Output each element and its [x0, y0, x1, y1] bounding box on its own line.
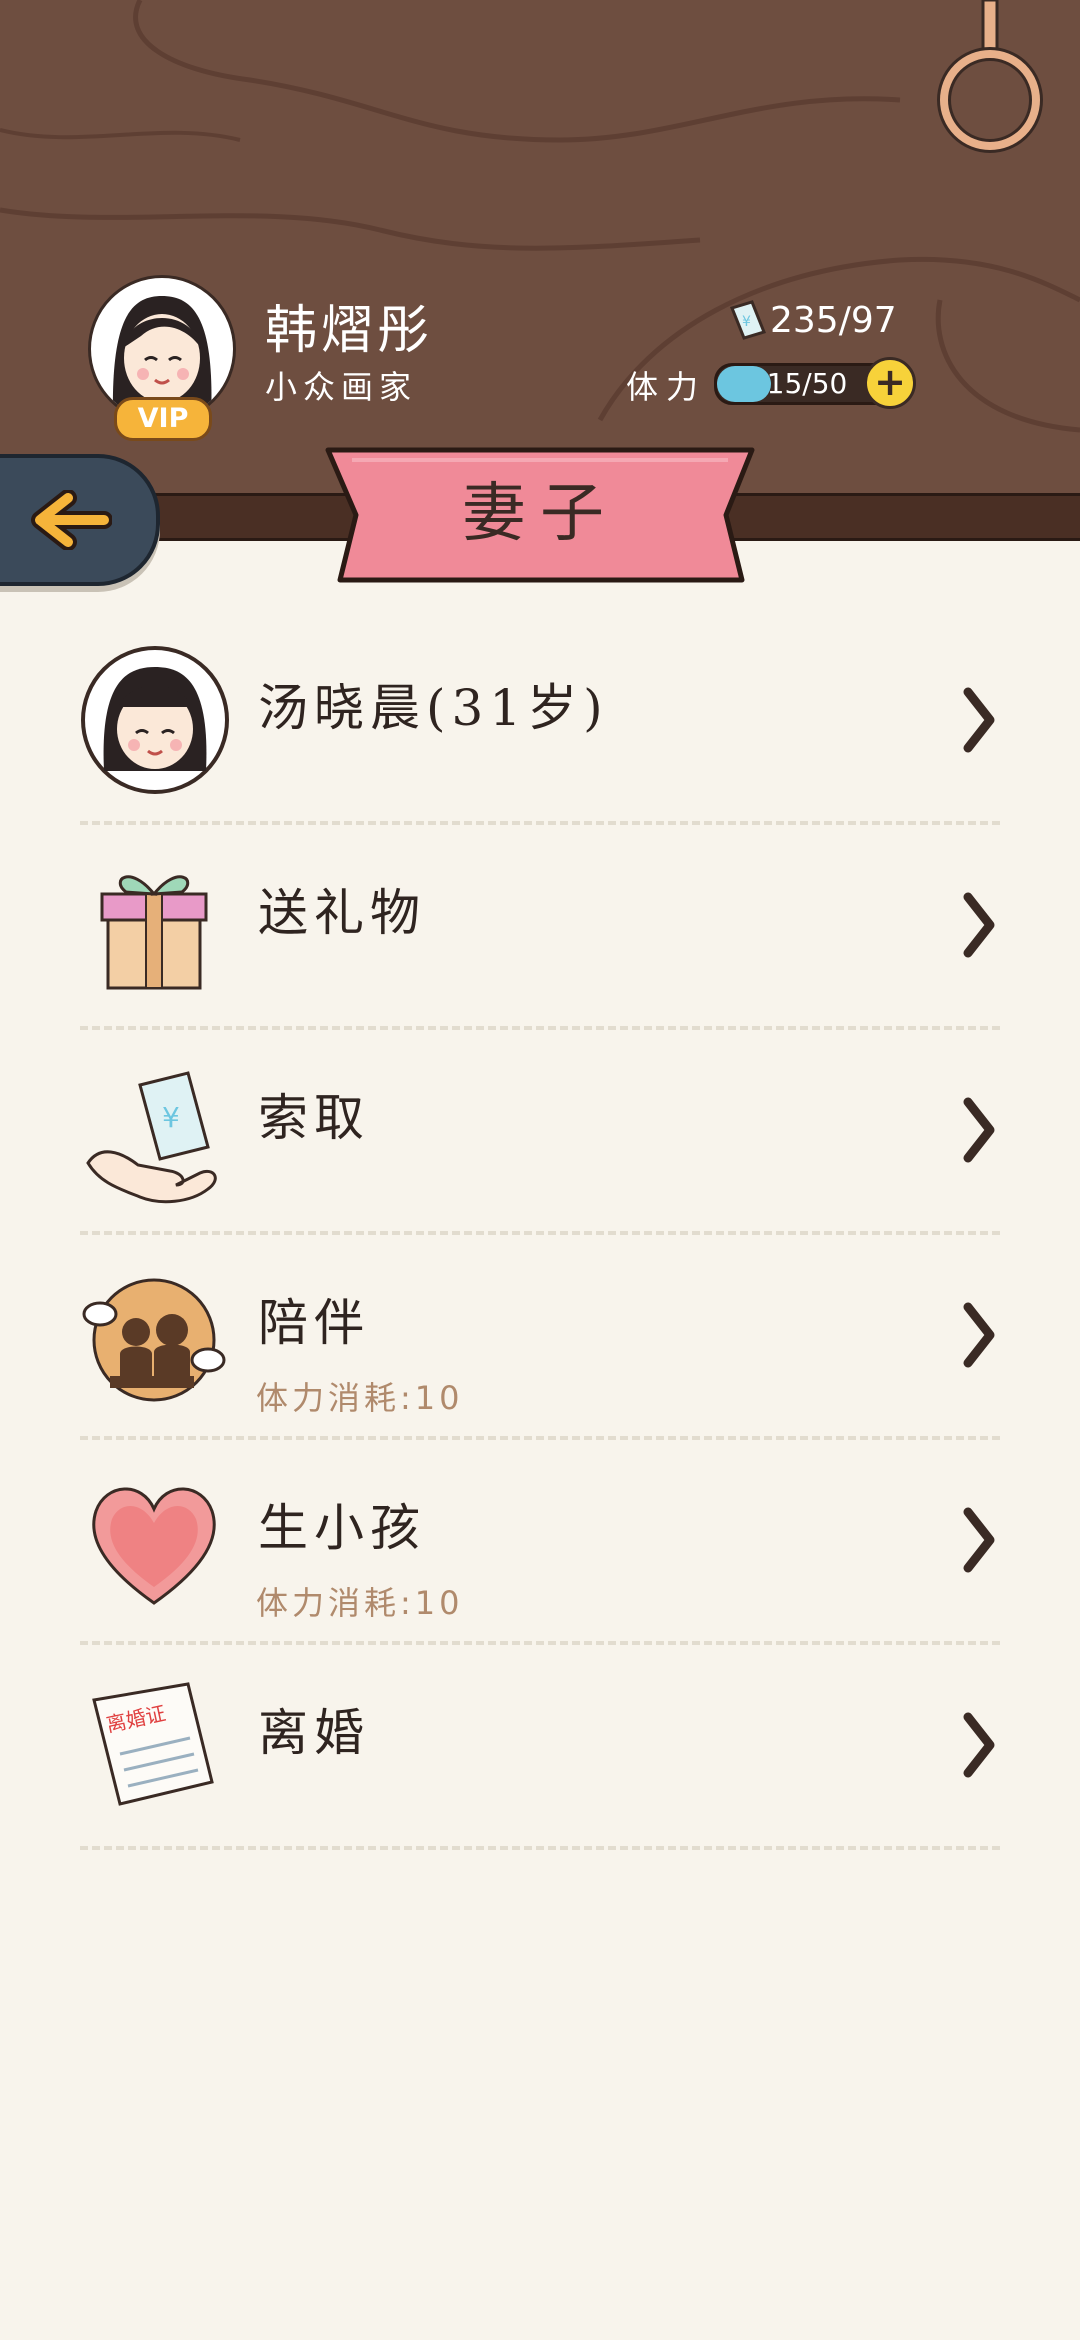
- menu-item-accompany[interactable]: 陪伴 体力消耗:10: [80, 1235, 1000, 1440]
- chevron-right-icon: [963, 892, 995, 958]
- money-icon: ¥: [729, 300, 767, 340]
- profile-header: VIP 韩熠彤 小众画家 ¥ 235/97 体力 15/50 +: [0, 0, 1080, 500]
- menu-item-label: 生小孩: [258, 1499, 426, 1557]
- back-button[interactable]: [0, 454, 160, 586]
- divorce-certificate-icon: 离婚证: [80, 1670, 230, 1820]
- chevron-right-icon: [963, 1302, 995, 1368]
- menu-item-divorce[interactable]: 离婚证 离婚: [80, 1645, 1000, 1850]
- menu-item-label: 汤晓晨(31岁): [258, 679, 609, 737]
- add-stamina-button[interactable]: +: [864, 357, 916, 409]
- back-arrow-icon: [31, 490, 112, 550]
- hand-money-icon: ¥: [80, 1055, 230, 1205]
- vip-badge: VIP: [114, 397, 212, 441]
- couple-silhouette-icon: [80, 1260, 230, 1410]
- chevron-right-icon: [963, 687, 995, 753]
- chevron-right-icon: [963, 1712, 995, 1778]
- stamina-cost: 体力消耗:10: [256, 1379, 464, 1417]
- menu-item-wife-profile[interactable]: 汤晓晨(31岁): [80, 620, 1000, 825]
- stamina-label: 体力: [626, 368, 707, 406]
- stamina-cost: 体力消耗:10: [256, 1584, 464, 1622]
- divider: [80, 1846, 1000, 1850]
- menu-item-label: 离婚: [258, 1704, 370, 1762]
- menu-item-label: 索取: [258, 1089, 370, 1147]
- heart-icon: [80, 1465, 230, 1615]
- svg-text:¥: ¥: [742, 314, 751, 330]
- wife-avatar: [80, 645, 230, 795]
- menu-item-ask-money[interactable]: ¥ 索取: [80, 1030, 1000, 1235]
- player-occupation: 小众画家: [265, 368, 418, 406]
- player-name: 韩熠彤: [265, 301, 434, 361]
- chevron-right-icon: [963, 1507, 995, 1573]
- hanging-ring-icon[interactable]: [935, 0, 1045, 160]
- svg-text:¥: ¥: [162, 1101, 180, 1134]
- gift-icon: [80, 850, 230, 1000]
- chevron-right-icon: [963, 1097, 995, 1163]
- menu-item-have-baby[interactable]: 生小孩 体力消耗:10: [80, 1440, 1000, 1645]
- menu-item-label: 送礼物: [258, 884, 426, 942]
- page-title: 妻子: [462, 477, 618, 551]
- wife-face-icon: [81, 646, 229, 794]
- menu-item-send-gift[interactable]: 送礼物: [80, 825, 1000, 1030]
- player-avatar[interactable]: VIP: [88, 275, 236, 441]
- menu-item-label: 陪伴: [258, 1294, 370, 1352]
- money-amount: 235/97: [770, 300, 897, 341]
